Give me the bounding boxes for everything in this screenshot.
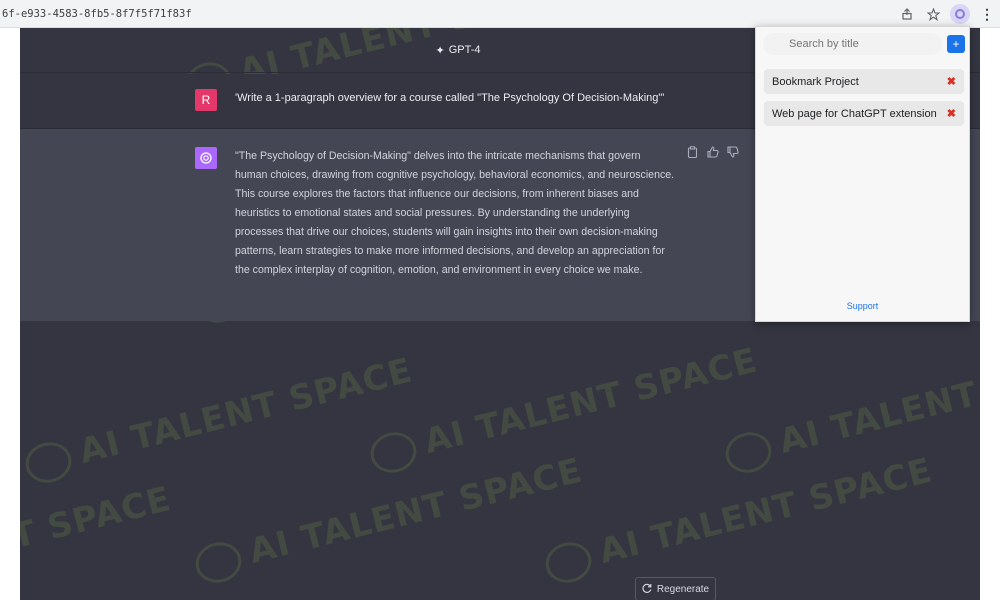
watermark: AI TALENT SPACE (21, 350, 417, 488)
copy-icon[interactable] (686, 145, 699, 158)
watermark: AI TALENT SPACE (191, 450, 587, 588)
watermark: AI TALENT SPACE (366, 340, 762, 478)
openai-logo-icon (195, 147, 217, 169)
brain-logo-icon (191, 537, 246, 588)
browser-toolbar-icons: ⋮ (898, 0, 1000, 28)
model-name: GPT-4 (448, 44, 481, 56)
delete-icon[interactable]: ✖ (947, 107, 956, 120)
refresh-icon (642, 583, 652, 596)
bookmark-extension-popup: + Bookmark Project ✖ Web page for ChatGP… (755, 26, 970, 322)
kebab-menu-icon[interactable]: ⋮ (978, 5, 996, 23)
bookmark-item[interactable]: Web page for ChatGPT extension ✖ (764, 101, 964, 126)
sparkle-icon: ✦ (435, 44, 445, 57)
model-label[interactable]: ✦ GPT-4 (435, 44, 480, 57)
brain-logo-icon (721, 427, 776, 478)
message-actions (686, 145, 739, 158)
regenerate-label: Regenerate (656, 583, 710, 595)
brain-logo-icon (541, 537, 596, 588)
url-text[interactable]: 6f-e933-4583-8fb5-8f7f5f71f83f (0, 8, 192, 20)
bookmark-title: Bookmark Project (772, 75, 859, 88)
brain-logo-icon (366, 427, 421, 478)
search-input[interactable] (763, 33, 942, 55)
watermark-fragment: T SPACE (20, 478, 176, 558)
bookmark-title: Web page for ChatGPT extension (772, 107, 937, 120)
watermark: AI TALENT SPACE (721, 340, 980, 478)
user-avatar: R (195, 89, 217, 111)
share-icon[interactable] (898, 5, 916, 23)
right-page-margin (980, 28, 1000, 600)
thumbs-up-icon[interactable] (706, 145, 719, 158)
watermark: AI TALENT SPACE (541, 450, 937, 588)
add-bookmark-button[interactable]: + (947, 35, 965, 53)
star-icon[interactable] (924, 5, 942, 23)
brain-logo-icon (21, 437, 76, 488)
delete-icon[interactable]: ✖ (947, 75, 956, 88)
user-message-text: 'Write a 1-paragraph overview for a cour… (235, 92, 665, 104)
assistant-message-text: "The Psychology of Decision-Making" delv… (235, 150, 675, 276)
bookmark-item[interactable]: Bookmark Project ✖ (764, 69, 964, 94)
browser-url-bar[interactable]: 6f-e933-4583-8fb5-8f7f5f71f83f ⋮ (0, 0, 1000, 28)
extension-icon[interactable] (950, 4, 970, 24)
regenerate-button[interactable]: Regenerate (635, 577, 716, 600)
support-link[interactable]: Support (756, 301, 969, 311)
left-page-margin (0, 28, 20, 600)
thumbs-down-icon[interactable] (726, 145, 739, 158)
